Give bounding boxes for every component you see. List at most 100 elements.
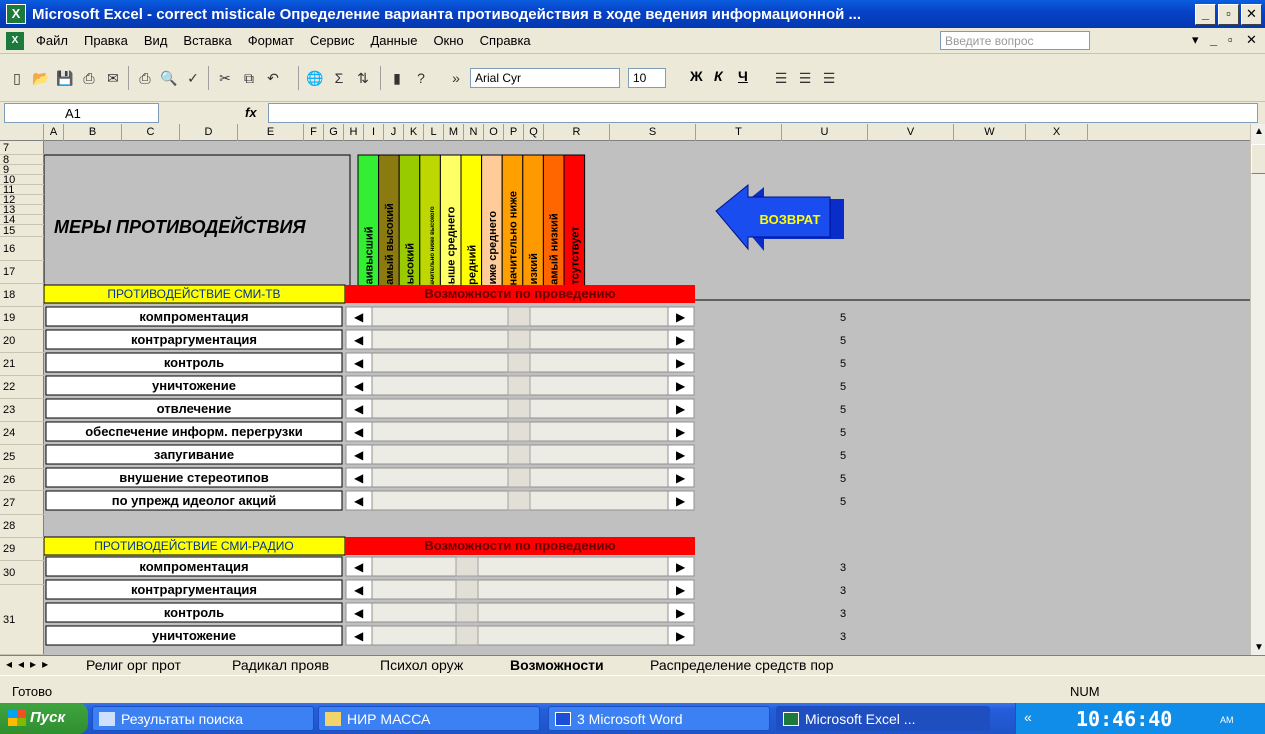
scroll-down-icon[interactable]: ▼: [1254, 642, 1264, 653]
task-folder[interactable]: НИР МАССА: [318, 706, 540, 731]
doc-restore-icon[interactable]: ▫: [1228, 32, 1233, 47]
print-icon[interactable]: ⎙: [134, 68, 156, 88]
name-box[interactable]: A1: [4, 103, 159, 123]
column-header-W[interactable]: W: [954, 124, 1026, 141]
task-excel[interactable]: Microsoft Excel ...: [776, 706, 990, 731]
scroll-thumb[interactable]: [507, 375, 531, 396]
column-header-U[interactable]: U: [782, 124, 868, 141]
excel-app-icon[interactable]: X: [6, 4, 26, 24]
row-header-15[interactable]: 15: [0, 225, 44, 237]
column-header-F[interactable]: F: [304, 124, 324, 141]
row-header-26[interactable]: 26: [0, 469, 44, 491]
copy-icon[interactable]: ⧉: [238, 68, 260, 88]
column-header-K[interactable]: K: [404, 124, 424, 141]
menu-window[interactable]: Окно: [429, 33, 475, 48]
column-header-V[interactable]: V: [868, 124, 954, 141]
row-header-31[interactable]: 31: [0, 585, 44, 655]
scroll-thumb[interactable]: [455, 625, 479, 646]
chart-wizard-icon[interactable]: ▮: [386, 68, 408, 88]
font-name-input[interactable]: Arial Cyr: [470, 68, 620, 88]
save-icon[interactable]: 💾: [54, 68, 76, 88]
task-word[interactable]: 3 Microsoft Word: [548, 706, 770, 731]
toolbar-overflow-icon[interactable]: »: [445, 68, 467, 88]
doc-minimize-icon[interactable]: _: [1210, 32, 1217, 47]
menu-insert[interactable]: Вставка: [179, 33, 243, 48]
scroll-thumb[interactable]: [455, 556, 479, 577]
scroll-thumb[interactable]: [507, 398, 531, 419]
select-all-corner[interactable]: [0, 124, 44, 141]
doc-close-icon[interactable]: ✕: [1246, 32, 1257, 48]
menu-edit[interactable]: Правка: [80, 33, 140, 48]
row-header-25[interactable]: 25: [0, 445, 44, 469]
scroll-thumb[interactable]: [455, 579, 479, 600]
sort-ascending-icon[interactable]: ⇅: [352, 68, 374, 88]
level-scrollbar[interactable]: [345, 556, 695, 577]
scroll-thumb[interactable]: [455, 602, 479, 623]
column-header-B[interactable]: B: [64, 124, 122, 141]
scroll-thumb[interactable]: [507, 444, 531, 465]
email-icon[interactable]: ✉: [102, 68, 124, 88]
vertical-scrollbar[interactable]: ▲ ▼: [1250, 124, 1265, 655]
ask-question-input[interactable]: Введите вопрос: [940, 31, 1090, 50]
row-header-20[interactable]: 20: [0, 330, 44, 353]
row-header-28[interactable]: 28: [0, 515, 44, 538]
column-header-L[interactable]: L: [424, 124, 444, 141]
column-header-J[interactable]: J: [384, 124, 404, 141]
column-header-T[interactable]: T: [696, 124, 782, 141]
return-button[interactable]: ВОЗВРАТ: [715, 183, 844, 251]
row-header-19[interactable]: 19: [0, 307, 44, 330]
column-header-C[interactable]: C: [122, 124, 180, 141]
font-size-input[interactable]: 10: [628, 68, 666, 88]
help-icon[interactable]: ?: [410, 68, 432, 88]
level-scrollbar[interactable]: [345, 625, 695, 646]
row-header-14[interactable]: 14: [0, 215, 44, 226]
sheet-tab-psych[interactable]: Психол оруж: [380, 657, 463, 673]
sheet-tab-distribution[interactable]: Распределение средств пор: [650, 657, 834, 673]
column-header-P[interactable]: P: [504, 124, 524, 141]
row-header-21[interactable]: 21: [0, 353, 44, 376]
ask-dropdown-icon[interactable]: ▾: [1192, 32, 1199, 48]
level-scrollbar[interactable]: [345, 579, 695, 600]
task-search-results[interactable]: Результаты поиска: [92, 706, 314, 731]
autosum-icon[interactable]: Σ: [328, 68, 350, 88]
cut-icon[interactable]: ✂: [214, 68, 236, 88]
column-header-O[interactable]: O: [484, 124, 504, 141]
row-header-17[interactable]: 17: [0, 261, 44, 284]
column-header-X[interactable]: X: [1026, 124, 1088, 141]
column-header-E[interactable]: E: [238, 124, 304, 141]
menu-tools[interactable]: Сервис: [306, 33, 367, 48]
bold-button[interactable]: Ж: [690, 68, 703, 84]
level-scrollbar[interactable]: [345, 602, 695, 623]
column-header-N[interactable]: N: [464, 124, 484, 141]
column-header-Q[interactable]: Q: [524, 124, 544, 141]
function-icon[interactable]: fx: [245, 105, 257, 120]
sheet-nav-icon[interactable]: ◂◂▸▸: [6, 657, 54, 671]
sheet-tab-possibilities[interactable]: Возможности: [510, 657, 604, 673]
underline-button[interactable]: Ч: [738, 68, 748, 84]
new-icon[interactable]: ▯: [6, 68, 28, 88]
column-header-I[interactable]: I: [364, 124, 384, 141]
open-icon[interactable]: 📂: [30, 68, 52, 88]
sheet-tab-religion[interactable]: Религ орг прот: [86, 657, 181, 673]
scroll-thumb[interactable]: [1251, 144, 1265, 174]
row-header-30[interactable]: 30: [0, 561, 44, 585]
scroll-thumb[interactable]: [507, 467, 531, 488]
column-header-H[interactable]: H: [344, 124, 364, 141]
scroll-thumb[interactable]: [507, 306, 531, 327]
tray-expand-icon[interactable]: «: [1024, 709, 1032, 725]
minimize-button[interactable]: _: [1195, 3, 1216, 25]
close-button[interactable]: ✕: [1241, 3, 1262, 25]
menu-file[interactable]: Файл: [32, 33, 80, 48]
row-header-16[interactable]: 16: [0, 237, 44, 261]
column-header-S[interactable]: S: [610, 124, 696, 141]
italic-button[interactable]: К: [714, 68, 723, 84]
menu-format[interactable]: Формат: [244, 33, 306, 48]
permission-icon[interactable]: ⎙: [78, 68, 100, 88]
column-header-M[interactable]: M: [444, 124, 464, 141]
window-titlebar[interactable]: X Microsoft Excel - correct misticale Оп…: [0, 0, 1265, 28]
row-header-18[interactable]: 18: [0, 284, 44, 307]
scroll-up-icon[interactable]: ▲: [1254, 126, 1264, 137]
column-header-R[interactable]: R: [544, 124, 610, 141]
spelling-icon[interactable]: ✓: [182, 68, 204, 88]
column-header-A[interactable]: A: [44, 124, 64, 141]
